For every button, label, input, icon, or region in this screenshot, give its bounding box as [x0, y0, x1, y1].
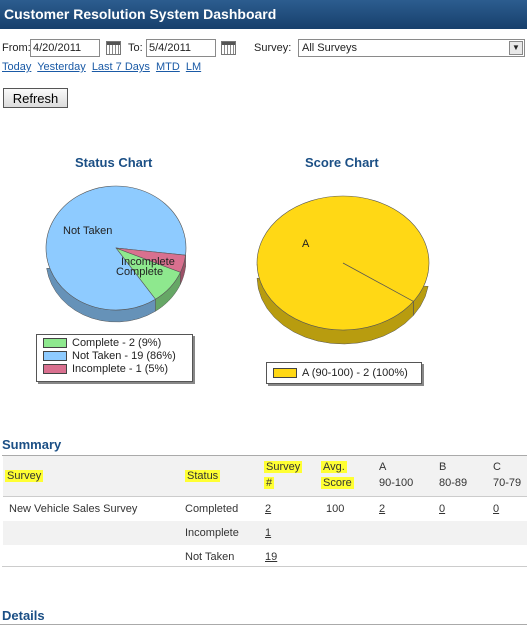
score-chart-legend: A (90-100) - 2 (100%): [266, 362, 422, 384]
table-bottom-border: [2, 566, 527, 567]
cell-status: Completed: [185, 503, 239, 515]
col-header-a-range: 90-100: [379, 477, 414, 489]
col-header-b-range: 80-89: [439, 477, 468, 489]
cell-b-link[interactable]: 0: [439, 503, 445, 515]
cell-status: Incomplete: [185, 527, 239, 539]
col-header-a: A 90-100: [379, 459, 413, 491]
col-header-c-grade: C: [493, 461, 501, 473]
col-header-status: Status: [185, 470, 221, 482]
legend-swatch: [273, 368, 297, 379]
table-row: Incomplete 1: [3, 521, 527, 545]
table-header-row: Survey Status Survey # Avg. Score A 90-100 …: [3, 456, 527, 497]
col-header-c: C 70-79: [493, 459, 521, 491]
col-header-survey: Survey: [5, 470, 44, 482]
cell-a-link[interactable]: 2: [379, 503, 385, 515]
cell-status: Not Taken: [185, 551, 235, 563]
cell-avg: 100: [326, 503, 345, 515]
col-header-avg-score-2: Score: [321, 477, 354, 489]
col-header-b: B 80-89: [439, 459, 467, 491]
cell-survey: New Vehicle Sales Survey: [9, 503, 138, 515]
cell-count-link[interactable]: 19: [265, 551, 277, 563]
col-header-a-grade: A: [379, 461, 387, 473]
details-heading: Details: [2, 608, 45, 623]
table-row: New Vehicle Sales Survey Completed 2 100…: [3, 497, 527, 521]
summary-table: Survey Status Survey # Avg. Score A 90-100 …: [2, 455, 527, 563]
col-header-survey-count-2: #: [264, 477, 275, 489]
legend-item-a: A (90-100) - 2 (100%): [273, 367, 415, 380]
cell-count-link[interactable]: 2: [265, 503, 271, 515]
cell-count-link[interactable]: 1: [265, 527, 271, 539]
summary-heading: Summary: [2, 437, 62, 452]
col-header-b-grade: B: [439, 461, 447, 473]
col-header-survey-count: Survey: [264, 461, 303, 473]
legend-label: A (90-100) - 2 (100%): [302, 367, 408, 379]
col-header-c-range: 70-79: [493, 477, 522, 489]
pie-label-a: A: [302, 238, 310, 250]
cell-c-link[interactable]: 0: [493, 503, 499, 515]
col-header-avg-score: Avg.: [321, 461, 347, 473]
divider: [0, 624, 527, 625]
